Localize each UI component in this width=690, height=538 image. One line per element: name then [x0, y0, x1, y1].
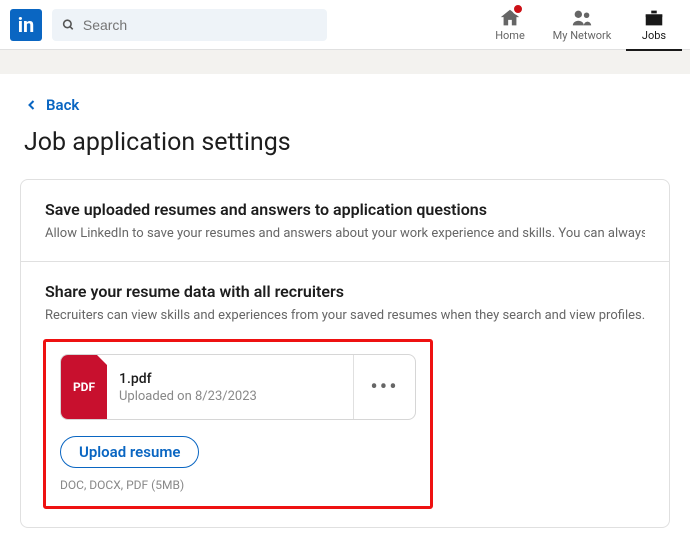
top-nav: in Home My Network Jobs — [0, 0, 690, 50]
linkedin-logo[interactable]: in — [10, 9, 42, 41]
pdf-icon: PDF — [61, 355, 107, 419]
main-content: Back Job application settings Save uploa… — [0, 74, 690, 528]
back-link[interactable]: Back — [0, 74, 79, 128]
search-input[interactable] — [83, 17, 317, 33]
resume-uploaded: Uploaded on 8/23/2023 — [119, 389, 341, 404]
notification-badge — [512, 3, 524, 15]
back-label: Back — [46, 96, 79, 114]
page-title: Job application settings — [0, 128, 690, 179]
nav-home[interactable]: Home — [474, 0, 546, 50]
chevron-left-icon — [26, 99, 38, 111]
section1-desc: Allow LinkedIn to save your resumes and … — [45, 225, 645, 243]
nav-jobs[interactable]: Jobs — [618, 0, 690, 50]
resume-row: PDF 1.pdf Uploaded on 8/23/2023 ••• — [60, 354, 416, 420]
nav-jobs-label: Jobs — [642, 29, 666, 42]
upload-resume-button[interactable]: Upload resume — [60, 436, 199, 468]
settings-card: Save uploaded resumes and answers to app… — [20, 179, 670, 528]
people-icon — [571, 7, 593, 29]
briefcase-icon — [643, 7, 665, 29]
section2-desc-text: Recruiters can view skills and experienc… — [45, 308, 645, 323]
sub-strip — [0, 50, 690, 74]
nav-network-label: My Network — [553, 29, 612, 42]
section2-desc: Recruiters can view skills and experienc… — [45, 307, 645, 325]
section-share-resume: Share your resume data with all recruite… — [21, 262, 669, 527]
upload-hint: DOC, DOCX, PDF (5MB) — [60, 478, 416, 492]
resume-filename: 1.pdf — [119, 371, 341, 387]
nav-network[interactable]: My Network — [546, 0, 618, 50]
section-save-resumes: Save uploaded resumes and answers to app… — [21, 180, 669, 262]
resume-more-button[interactable]: ••• — [353, 355, 415, 419]
resume-info: 1.pdf Uploaded on 8/23/2023 — [107, 355, 353, 419]
search-icon — [62, 18, 75, 32]
section2-title: Share your resume data with all recruite… — [45, 282, 645, 301]
section1-title: Save uploaded resumes and answers to app… — [45, 200, 645, 219]
nav-home-label: Home — [495, 29, 525, 42]
search-box[interactable] — [52, 9, 327, 41]
highlight-box: PDF 1.pdf Uploaded on 8/23/2023 ••• Uplo… — [43, 339, 433, 509]
